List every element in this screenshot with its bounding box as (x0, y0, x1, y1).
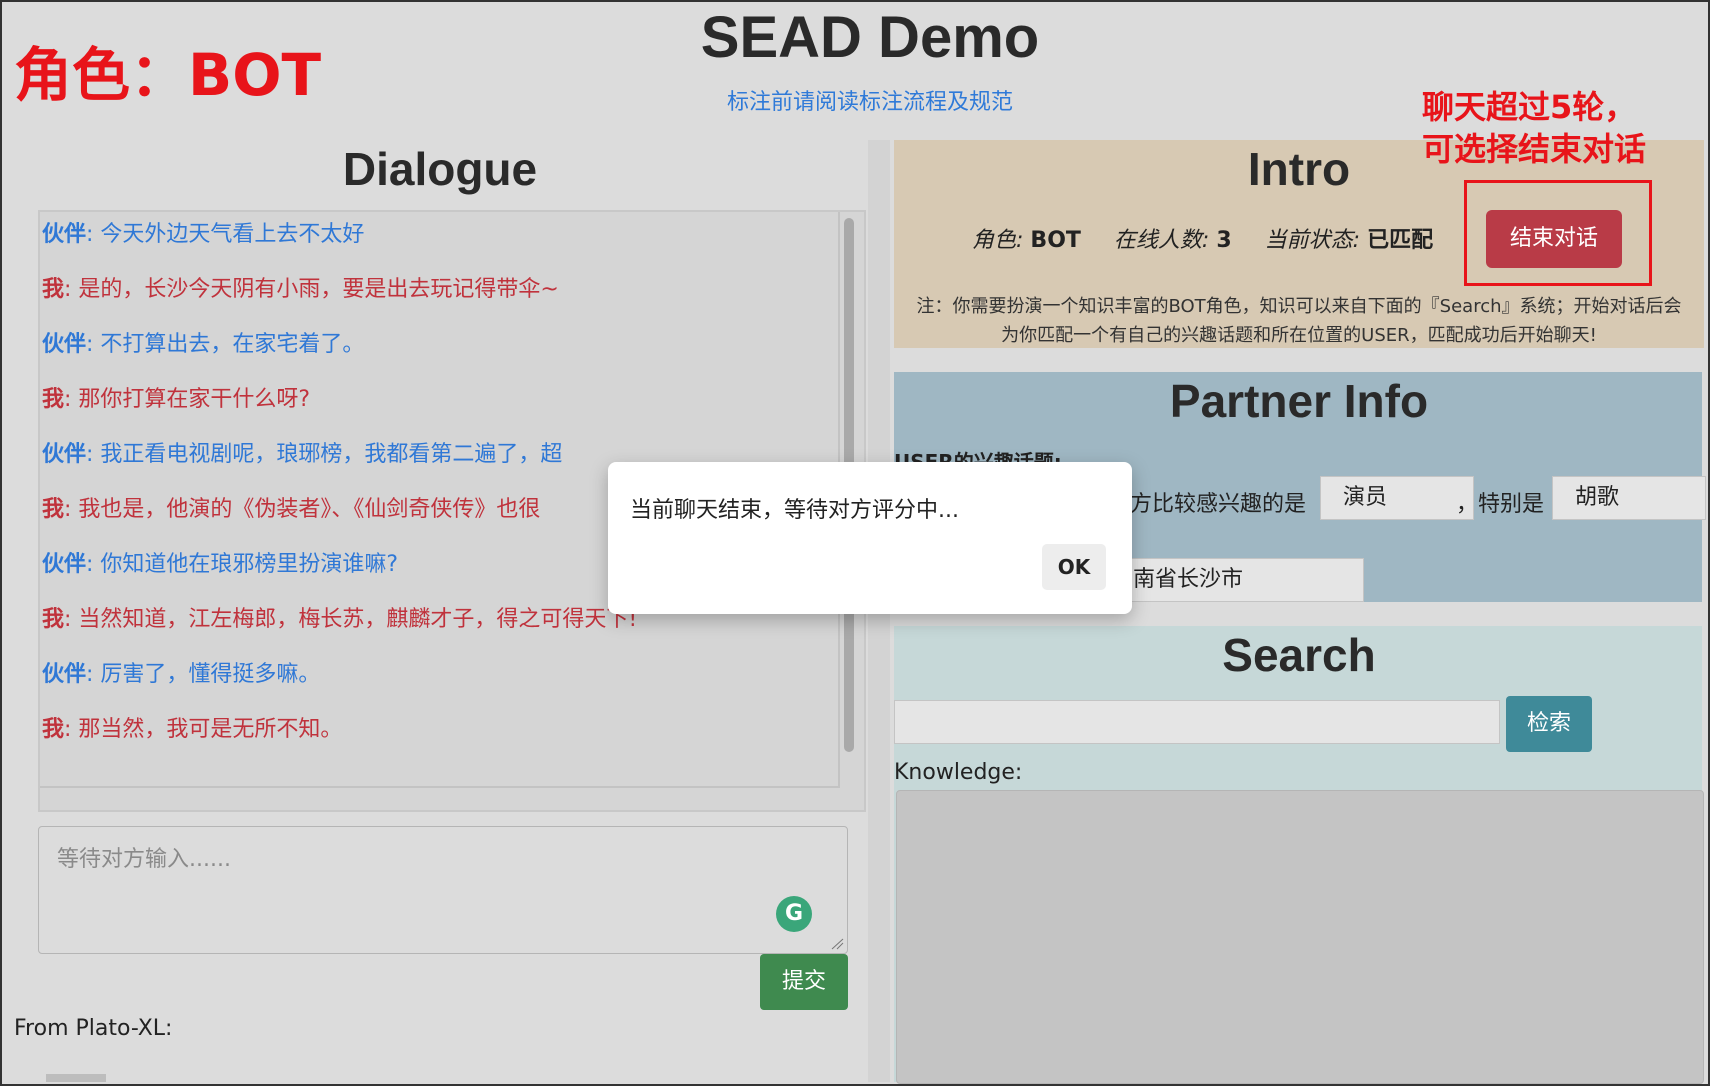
speaker-label: 伙伴 (42, 552, 87, 577)
message-text: : 我正看电视剧呢，琅琊榜，我都看第二遍了，超 (86, 442, 563, 467)
comma-separator: ， (1456, 492, 1479, 517)
message-text: : 那当然，我可是无所不知。 (64, 717, 343, 742)
interest-text: 方比较感兴趣的是 (1130, 492, 1307, 517)
intro-note: 注：你需要扮演一个知识丰富的BOT角色，知识可以来自下面的『Search』系统；… (894, 292, 1704, 350)
message-row: 我: 当然知道，江左梅郎，梅长苏，麒麟才子，得之可得天下! (42, 601, 637, 633)
location-field[interactable]: 南省长沙市 (1120, 558, 1364, 602)
message-row: 伙伴: 今天外边天气看上去不太好 (42, 216, 364, 248)
state-value: 已匹配 (1367, 228, 1434, 253)
message-input-placeholder: 等待对方输入...... (57, 847, 231, 872)
search-button[interactable]: 检索 (1506, 696, 1592, 752)
message-row: 我: 我也是，他演的《伪装者》、《仙剑奇侠传》也很 (42, 491, 540, 523)
message-row: 我: 那你打算在家干什么呀? (42, 381, 310, 413)
partner-info-title: Partner Info (1169, 375, 1429, 427)
status-line: 角色: BOT 在线人数: 3 当前状态: 已匹配 (972, 222, 1459, 254)
intro-note-line1: 注：你需要扮演一个知识丰富的BOT角色，知识可以来自下面的『Search』系统；… (916, 296, 1682, 317)
message-row: 伙伴: 厉害了，懂得挺多嘛。 (42, 656, 320, 688)
role-key: 角色: (972, 228, 1024, 253)
message-row: 伙伴: 你知道他在琅邪榜里扮演谁嘛? (42, 546, 398, 578)
resize-grip-icon[interactable] (830, 938, 844, 950)
message-text: : 今天外边天气看上去不太好 (86, 222, 365, 247)
message-text: : 是的，长沙今天阴有小雨，要是出去玩记得带伞~ (64, 277, 559, 302)
search-title: Search (1222, 629, 1376, 681)
message-row: 伙伴: 我正看电视剧呢，琅琊榜，我都看第二遍了，超 (42, 436, 562, 468)
plato-xl-label: From Plato-XL: (14, 1016, 173, 1041)
online-key: 在线人数: (1113, 228, 1210, 253)
end-hint-annotation: 聊天超过5轮， 可选择结束对话 (1422, 86, 1646, 170)
role-value: BOT (1030, 228, 1081, 253)
interest-topic-field[interactable]: 演员 (1320, 476, 1474, 520)
speaker-label: 我 (42, 717, 65, 742)
search-input[interactable] (894, 700, 1500, 744)
message-text: : 不打算出去，在家宅着了。 (86, 332, 365, 357)
alert-dialog: 当前聊天结束，等待对方评分中... OK (608, 462, 1132, 614)
grammarly-icon[interactable]: G (776, 896, 812, 932)
message-row: 我: 那当然，我可是无所不知。 (42, 711, 342, 743)
end-hint-line2: 可选择结束对话 (1422, 130, 1647, 168)
message-input[interactable]: 等待对方输入...... (38, 826, 848, 954)
speaker-label: 我 (42, 387, 65, 412)
intro-note-line2: 为你匹配一个有自己的兴趣话题和所在位置的USER，匹配成功后开始聊天! (1001, 325, 1597, 346)
online-count: 3 (1216, 228, 1232, 253)
submit-button[interactable]: 提交 (760, 954, 848, 1010)
speaker-label: 我 (42, 497, 65, 522)
page-title: SEAD Demo (700, 5, 1040, 70)
interest-specific-field[interactable]: 胡歌 (1552, 476, 1706, 520)
end-hint-line1: 聊天超过5轮， (1422, 88, 1637, 126)
speaker-label: 我 (42, 277, 65, 302)
message-text: : 当然知道，江左梅郎，梅长苏，麒麟才子，得之可得天下! (64, 607, 638, 632)
message-text: : 你知道他在琅邪榜里扮演谁嘛? (86, 552, 399, 577)
speaker-label: 伙伴 (42, 442, 87, 467)
speaker-label: 伙伴 (42, 332, 87, 357)
end-button-highlight (1464, 180, 1652, 286)
message-row: 伙伴: 不打算出去，在家宅着了。 (42, 326, 364, 358)
knowledge-box (896, 790, 1704, 1084)
message-text: : 我也是，他演的《伪装者》、《仙剑奇侠传》也很 (64, 497, 541, 522)
dialogue-title: Dialogue (342, 143, 538, 195)
state-key: 当前状态: (1264, 228, 1361, 253)
special-label: 特别是 (1478, 492, 1545, 517)
knowledge-label: Knowledge: (894, 760, 1023, 785)
message-text: : 厉害了，懂得挺多嘛。 (86, 662, 321, 687)
truncated-content (46, 1074, 106, 1082)
speaker-label: 伙伴 (42, 662, 87, 687)
speaker-label: 我 (42, 607, 65, 632)
message-text: : 那你打算在家干什么呀? (64, 387, 311, 412)
message-row: 我: 是的，长沙今天阴有小雨，要是出去玩记得带伞~ (42, 271, 559, 303)
alert-message: 当前聊天结束，等待对方评分中... (630, 498, 959, 523)
ok-button[interactable]: OK (1042, 544, 1106, 590)
speaker-label: 伙伴 (42, 222, 87, 247)
